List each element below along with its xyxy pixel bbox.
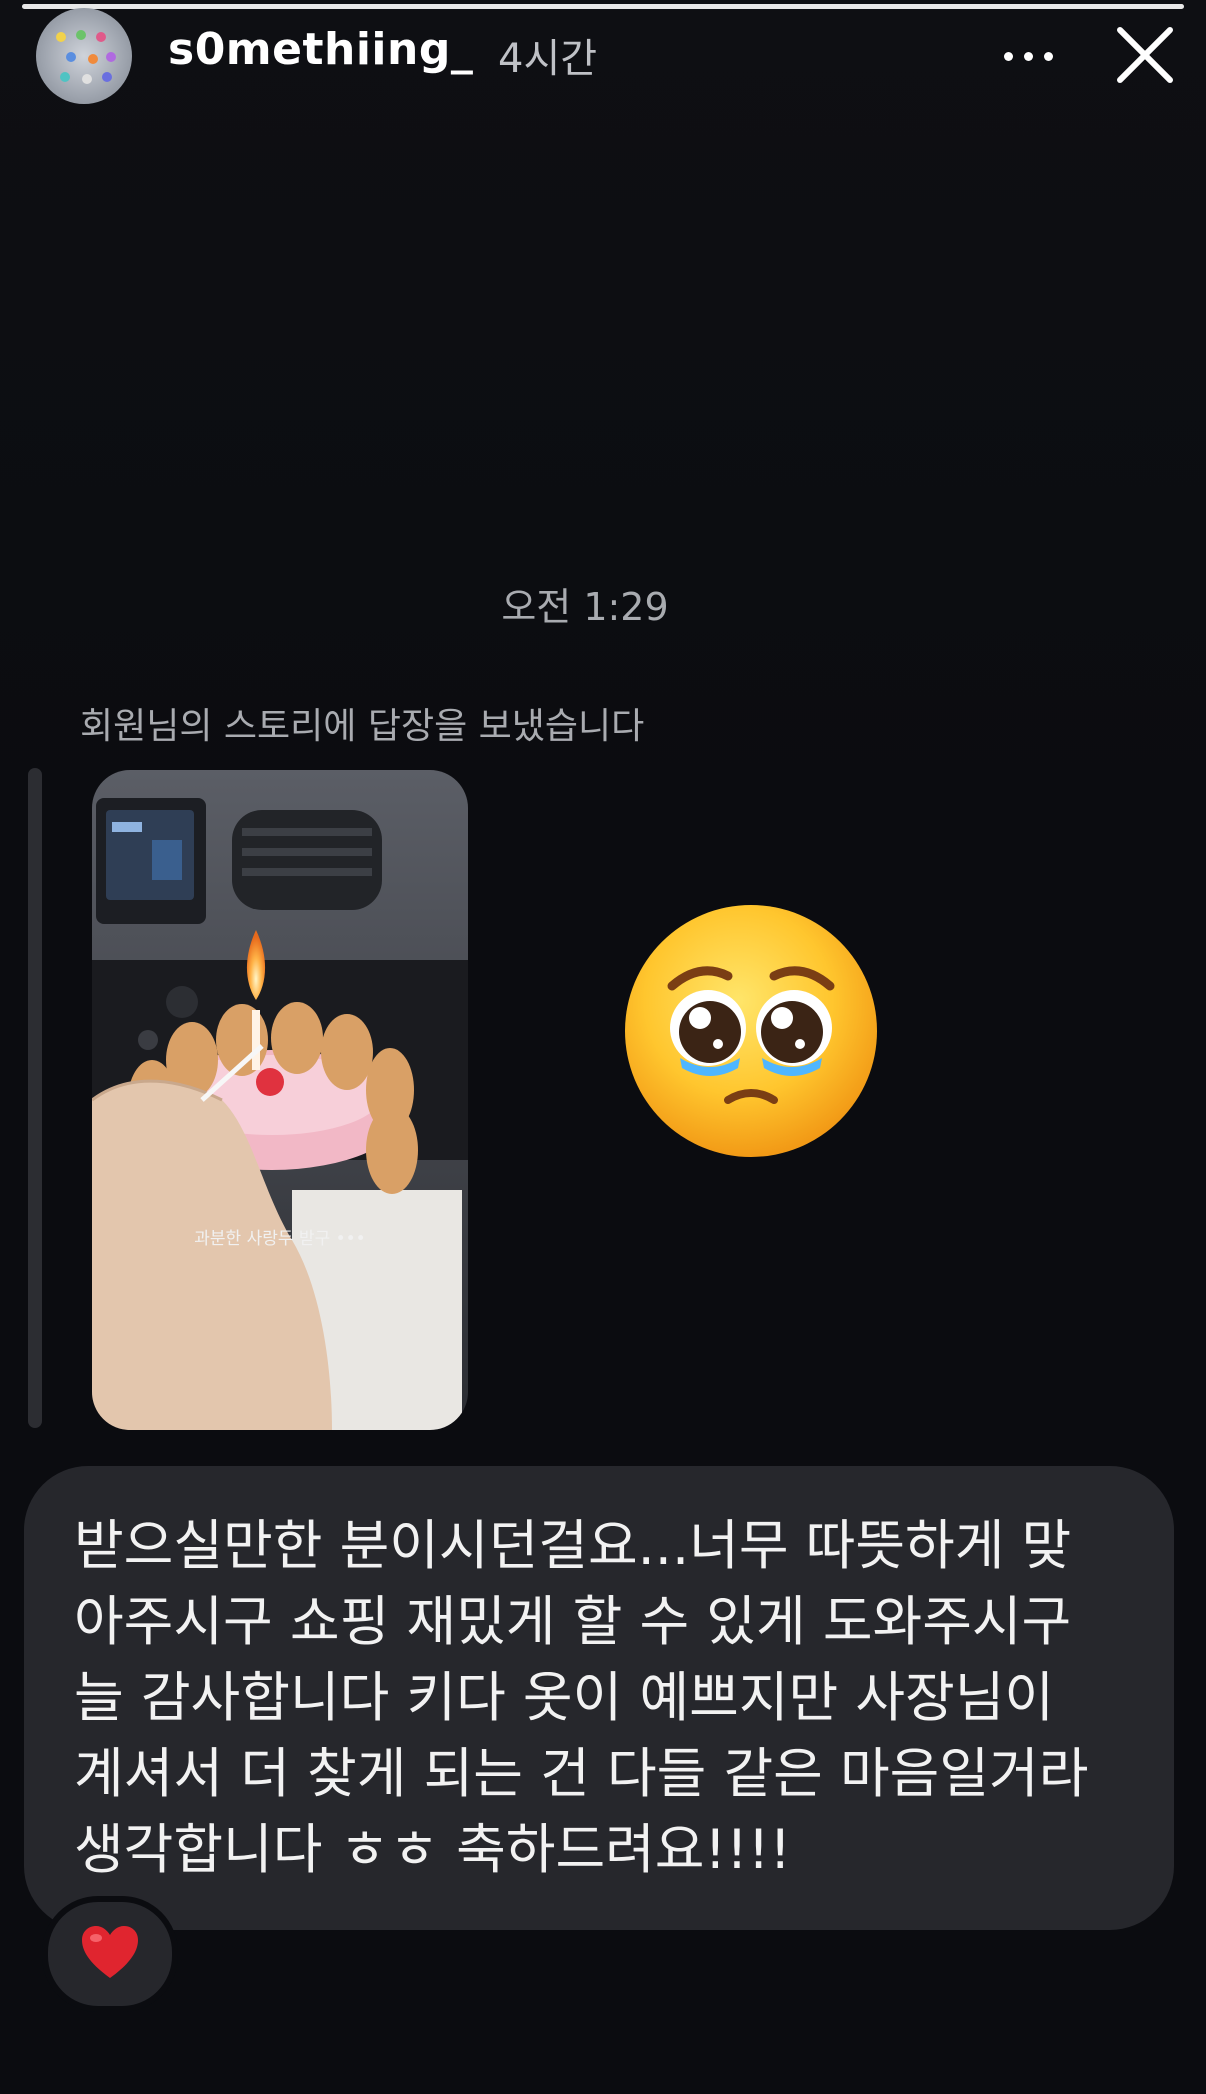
message-timestamp: 오전 1:29 <box>501 585 669 629</box>
avatar[interactable] <box>36 8 132 104</box>
heart-reaction-badge[interactable] <box>42 1896 178 2012</box>
more-horizontal-icon[interactable] <box>1000 30 1060 80</box>
message-bubble[interactable]: 받으실만한 분이시던걸요...너무 따뜻하게 맞 아주시구 쇼핑 재밌게 할 수… <box>24 1466 1174 1930</box>
story-reply-note: 회원님의 스토리에 답장을 보냈습니다 <box>80 706 645 747</box>
dot <box>1024 52 1033 61</box>
heart-icon <box>82 1926 138 1978</box>
story-thumbnail[interactable]: 과분한 사랑두 받구 ••• <box>92 770 468 1430</box>
story-header: s0methiing_ 4시간 <box>0 0 1206 110</box>
close-icon[interactable] <box>1112 22 1178 88</box>
dot <box>1004 52 1013 61</box>
username[interactable]: s0methiing_ <box>168 24 473 75</box>
message-text: 받으실만한 분이시던걸요...너무 따뜻하게 맞 아주시구 쇼핑 재밌게 할 수… <box>74 1514 1089 1881</box>
pleading-face-emoji-icon <box>620 900 882 1162</box>
story-caption: 과분한 사랑두 받구 ••• <box>194 1229 366 1249</box>
time-ago: 4시간 <box>498 36 598 82</box>
reply-quote-bar <box>28 768 42 1428</box>
dot <box>1044 52 1053 61</box>
